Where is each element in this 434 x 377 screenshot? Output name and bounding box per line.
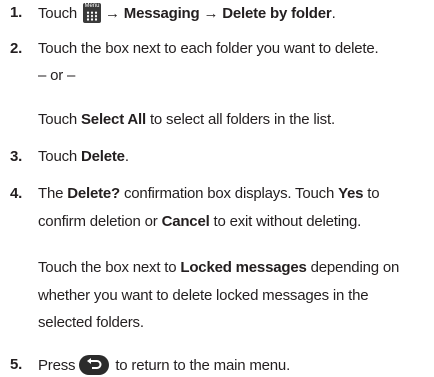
- step-5: 5. Press to return to the main menu.: [10, 355, 291, 375]
- menu-path: → Messaging → Delete by folder: [105, 5, 332, 22]
- or-separator: – or –: [38, 67, 76, 84]
- step-3: 3. Touch Delete.: [10, 148, 129, 165]
- yes-label: Yes: [338, 185, 364, 202]
- menu-icon: Menu: [83, 3, 101, 23]
- back-icon: [79, 355, 110, 375]
- step-number: 1.: [10, 4, 23, 21]
- step-number: 2.: [10, 40, 23, 57]
- menu-icon-caption: Menu: [84, 3, 100, 9]
- step-2: 2. Touch the box next to each folder you…: [0, 39, 434, 59]
- step-number: 3.: [10, 148, 23, 165]
- step-number: 4.: [10, 185, 23, 202]
- step-text: Touch: [38, 5, 78, 22]
- step-text: Touch the box next to each folder you wa…: [38, 40, 379, 57]
- step-4-line-5: selected folders.: [38, 314, 144, 331]
- step-4-line-4: whether you want to delete locked messag…: [38, 287, 369, 304]
- cancel-label: Cancel: [161, 213, 210, 230]
- delete-confirm-label: Delete?: [67, 185, 121, 202]
- instruction-list: 1. Touch Menu → Messaging → Delete by fo…: [0, 0, 434, 377]
- step-4-line-3: Touch the box next to Locked messages de…: [38, 259, 400, 276]
- step-2-alt: Touch Select All to select all folders i…: [38, 111, 335, 128]
- step-number: 5.: [10, 356, 23, 373]
- locked-messages-label: Locked messages: [180, 259, 307, 276]
- step-4: 4. The Delete? confirmation box displays…: [10, 185, 380, 202]
- delete-label: Delete: [81, 148, 125, 165]
- step-1: 1. Touch Menu → Messaging → Delete by fo…: [10, 3, 336, 23]
- select-all-label: Select All: [81, 111, 146, 128]
- step-4-line-2: confirm deletion or Cancel to exit witho…: [38, 213, 362, 230]
